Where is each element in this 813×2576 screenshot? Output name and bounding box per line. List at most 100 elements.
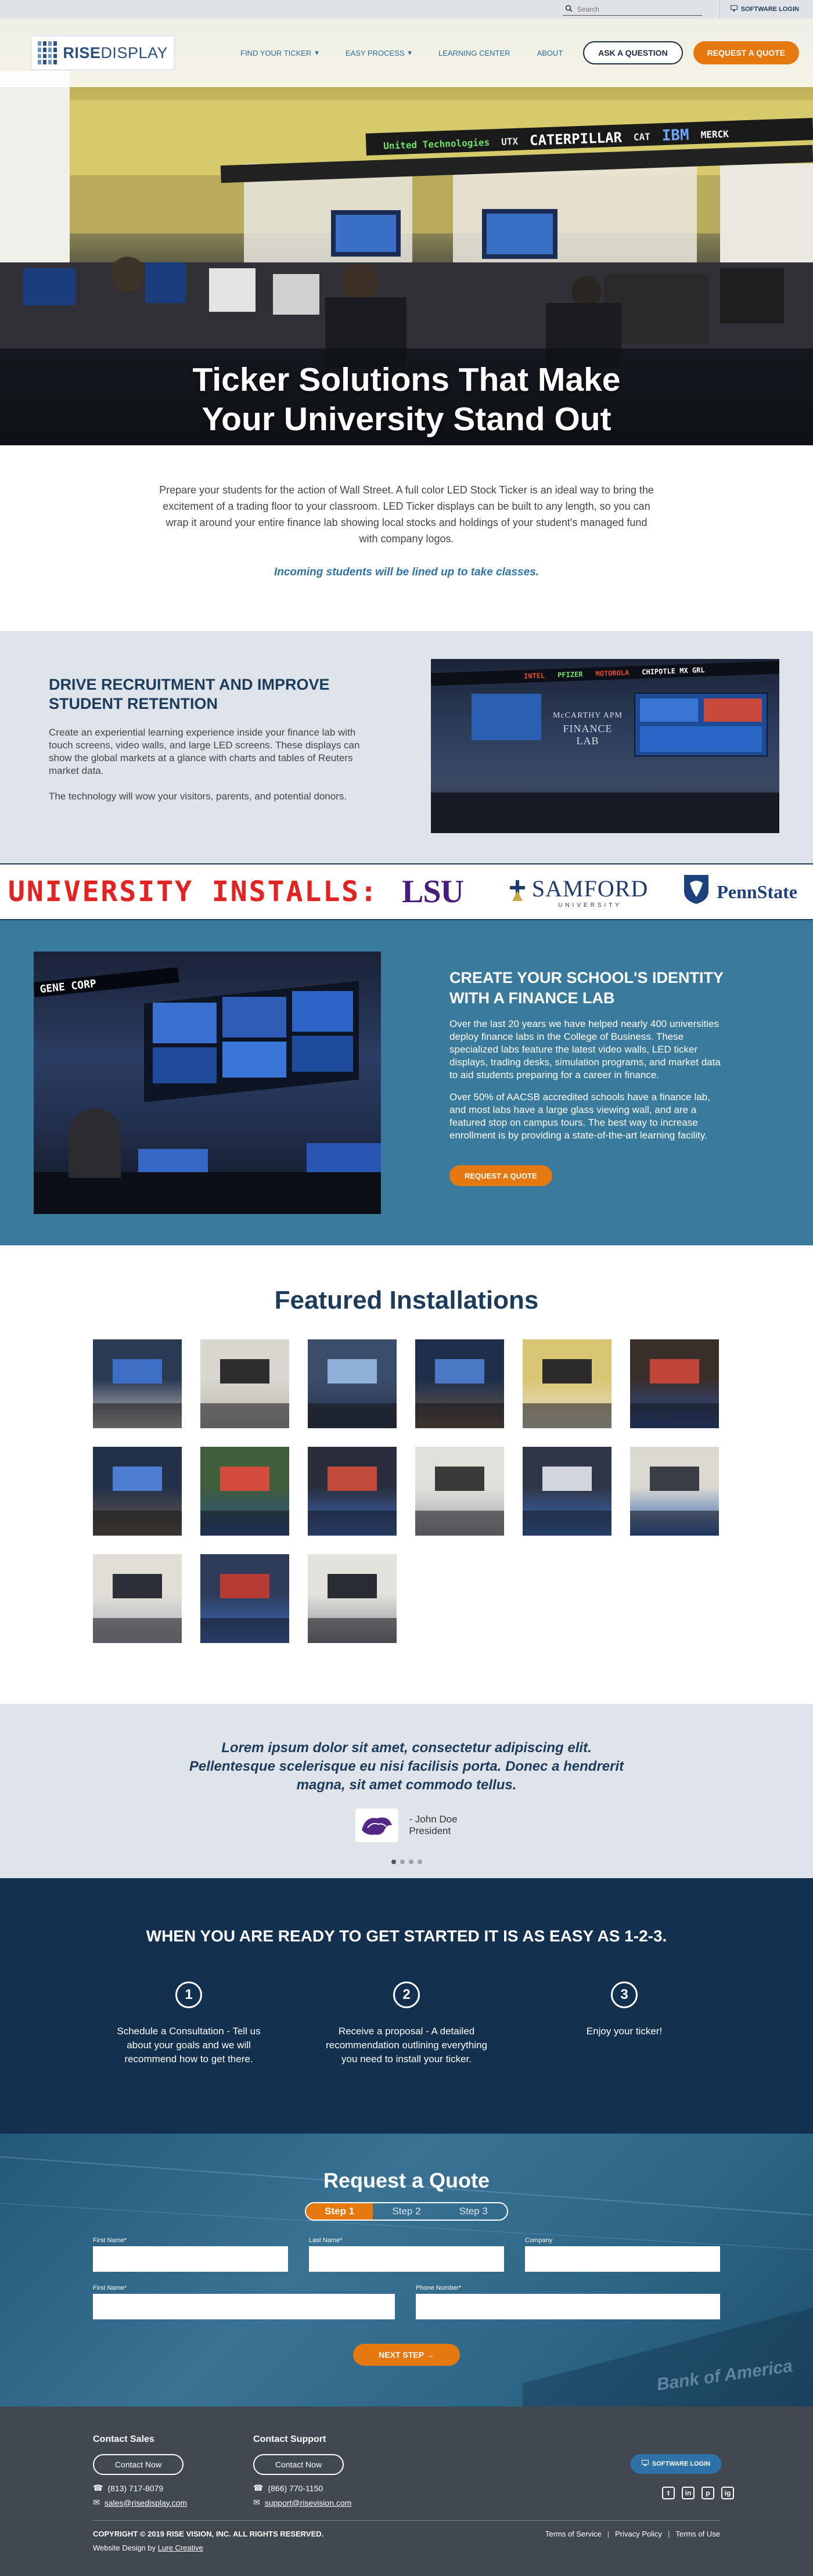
quote-title: Request a Quote — [323, 2168, 490, 2192]
gallery-thumbnail[interactable] — [93, 1447, 182, 1536]
last-name-input[interactable] — [309, 2246, 504, 2272]
gallery-thumbnail[interactable] — [200, 1447, 289, 1536]
company-input[interactable] — [525, 2246, 720, 2272]
form-step-3[interactable]: Step 3 — [440, 2203, 507, 2220]
gallery-thumbnail[interactable] — [93, 1554, 182, 1643]
separator: | — [607, 2530, 610, 2538]
nav-easy-process[interactable]: EASY PROCESS ▾ — [346, 48, 412, 57]
gallery-thumbnail[interactable] — [523, 1447, 611, 1536]
hero: United Technologies UTX CATERPILLAR CAT … — [0, 19, 813, 445]
sales-email[interactable]: ✉ sales@risedisplay.com — [93, 2498, 187, 2507]
gallery-thumbnail[interactable] — [630, 1339, 719, 1428]
drive-paragraph-2: The technology will wow your visitors, p… — [49, 791, 347, 802]
university-installs-strip: UNIVERSITY INSTALLS: LSU SAMFORD UNIVERSI… — [0, 863, 813, 920]
rise-display-logo[interactable]: RISEDISPLAY — [30, 35, 175, 71]
support-phone[interactable]: ☎ (866) 770-1150 — [253, 2483, 351, 2493]
featured-title: Featured Installations — [274, 1286, 539, 1314]
gallery-thumbnail[interactable] — [308, 1339, 397, 1428]
terms-of-use-link[interactable]: Terms of Use — [675, 2530, 720, 2538]
gallery-thumbnail[interactable] — [630, 1447, 719, 1536]
identity-title: CREATE YOUR SCHOOL'S IDENTITY WITH A FIN… — [449, 969, 724, 1007]
testimonial-quote: Lorem ipsum dolor sit amet, consectetur … — [189, 1740, 624, 1793]
carousel-dot[interactable] — [408, 1860, 413, 1864]
software-login-link[interactable]: SOFTWARE LOGIN — [730, 5, 799, 13]
nav-find-your-ticker[interactable]: FIND YOUR TICKER ▾ — [240, 48, 319, 57]
nav-learning-center[interactable]: LEARNING CENTER — [438, 48, 510, 57]
pinterest-icon[interactable]: p — [702, 2487, 714, 2499]
terms-of-service-link[interactable]: Terms of Service — [545, 2530, 602, 2538]
gallery-thumbnail[interactable] — [93, 1339, 182, 1428]
ticker-item: IBM — [661, 126, 690, 145]
gallery-thumbnail[interactable] — [523, 1339, 611, 1428]
phone-number-input[interactable] — [416, 2294, 720, 2319]
linkedin-icon[interactable]: in — [682, 2487, 695, 2499]
kansas-state-wildcat-logo — [355, 1808, 399, 1842]
identity-paragraph-2: Over 50% of AACSB accredited schools hav… — [449, 1091, 710, 1141]
first-name-field: First Name* — [93, 2237, 288, 2272]
carousel-dot[interactable] — [400, 1860, 405, 1864]
testimonial-section: Lorem ipsum dolor sit amet, consectetur … — [0, 1704, 813, 1878]
step-1: 1 Schedule a Consultation - Tell us abou… — [107, 1981, 270, 2066]
monitor-icon — [730, 5, 738, 13]
installs-label: UNIVERSITY INSTALLS: — [8, 876, 379, 908]
nittany-lion-shield-icon — [683, 874, 710, 910]
support-email[interactable]: ✉ support@risevision.com — [253, 2498, 351, 2507]
identity-request-quote-button[interactable]: REQUEST A QUOTE — [449, 1165, 552, 1186]
monitor-icon — [641, 2460, 649, 2468]
contact-sales: Contact Sales Contact Now ☎ (813) 717-807… — [93, 2434, 187, 2507]
next-step-button[interactable]: NEXT STEP → — [353, 2344, 460, 2366]
ask-a-question-button[interactable]: ASK A QUESTION — [583, 41, 683, 64]
carousel-dot[interactable] — [391, 1860, 396, 1864]
intro-paragraph: Prepare your students for the action of … — [159, 484, 654, 545]
arrow-right-icon: → — [426, 2350, 434, 2359]
first-name-input-2[interactable] — [93, 2294, 395, 2319]
search-box[interactable] — [562, 3, 702, 16]
mail-icon: ✉ — [93, 2498, 100, 2507]
form-step-2[interactable]: Step 2 — [373, 2203, 440, 2220]
carousel-dot[interactable] — [417, 1860, 422, 1864]
step-number: 1 — [175, 1981, 202, 2008]
form-step-1[interactable]: Step 1 — [306, 2203, 373, 2220]
steps-title: WHEN YOU ARE READY TO GET STARTED IT IS … — [146, 1927, 667, 1945]
chevron-down-icon: ▾ — [315, 48, 319, 57]
nav-about[interactable]: ABOUT — [537, 48, 563, 57]
contact-support: Contact Support Contact Now ☎ (866) 770-1… — [253, 2434, 351, 2507]
drive-paragraph: Create an experiential learning experien… — [49, 727, 360, 776]
testimonial-name: - John Doe — [409, 1814, 458, 1825]
gallery-thumbnail[interactable] — [200, 1554, 289, 1643]
gallery-thumbnail[interactable] — [415, 1339, 504, 1428]
gallery-thumbnail[interactable] — [308, 1554, 397, 1643]
search-input[interactable] — [577, 5, 693, 13]
first-name-input[interactable] — [93, 2246, 288, 2272]
step-3: 3 Enjoy your ticker! — [543, 1981, 706, 2066]
gallery-thumbnail[interactable] — [200, 1339, 289, 1428]
step-text: Receive a proposal - A detailed recommen… — [326, 2026, 487, 2065]
gallery-thumbnail[interactable] — [308, 1447, 397, 1536]
gallery-thumbnail[interactable] — [415, 1447, 504, 1536]
contact-support-button[interactable]: Contact Now — [253, 2454, 344, 2475]
step-number: 2 — [393, 1981, 420, 2008]
legal-links: Terms of Service | Privacy Policy | Term… — [545, 2530, 720, 2538]
image-sign: McCARTHY APM FINANCE LAB — [553, 711, 623, 747]
privacy-policy-link[interactable]: Privacy Policy — [615, 2530, 662, 2538]
sales-phone[interactable]: ☎ (813) 717-8079 — [93, 2483, 187, 2493]
phone-number-field: Phone Number* — [416, 2285, 720, 2319]
contact-sales-button[interactable]: Contact Now — [93, 2454, 184, 2475]
search-icon[interactable] — [565, 5, 573, 14]
chevron-down-icon: ▾ — [408, 48, 412, 57]
image-ticker: GENE CORP — [34, 967, 179, 997]
lure-creative-link[interactable]: Lure Creative — [158, 2543, 203, 2552]
step-2: 2 Receive a proposal - A detailed recomm… — [325, 1981, 488, 2066]
request-a-quote-button[interactable]: REQUEST A QUOTE — [693, 41, 799, 64]
company-field: Company — [525, 2237, 720, 2272]
samford-crest-icon — [509, 879, 526, 905]
step-text: Enjoy your ticker! — [586, 2026, 663, 2037]
samford-logo: SAMFORD UNIVERSITY — [509, 875, 648, 909]
drive-recruitment-section: DRIVE RECRUITMENT AND IMPROVE STUDENT RE… — [0, 631, 813, 863]
installation-gallery — [93, 1339, 720, 1643]
twitter-icon[interactable]: t — [662, 2487, 675, 2499]
instagram-icon[interactable]: ig — [721, 2487, 734, 2499]
image-ticker: INTEL PFIZER MOTOROLA CHIPOTLE MX GRL — [431, 661, 779, 686]
footer-software-login-button[interactable]: SOFTWARE LOGIN — [631, 2454, 721, 2474]
separator: | — [668, 2530, 670, 2538]
